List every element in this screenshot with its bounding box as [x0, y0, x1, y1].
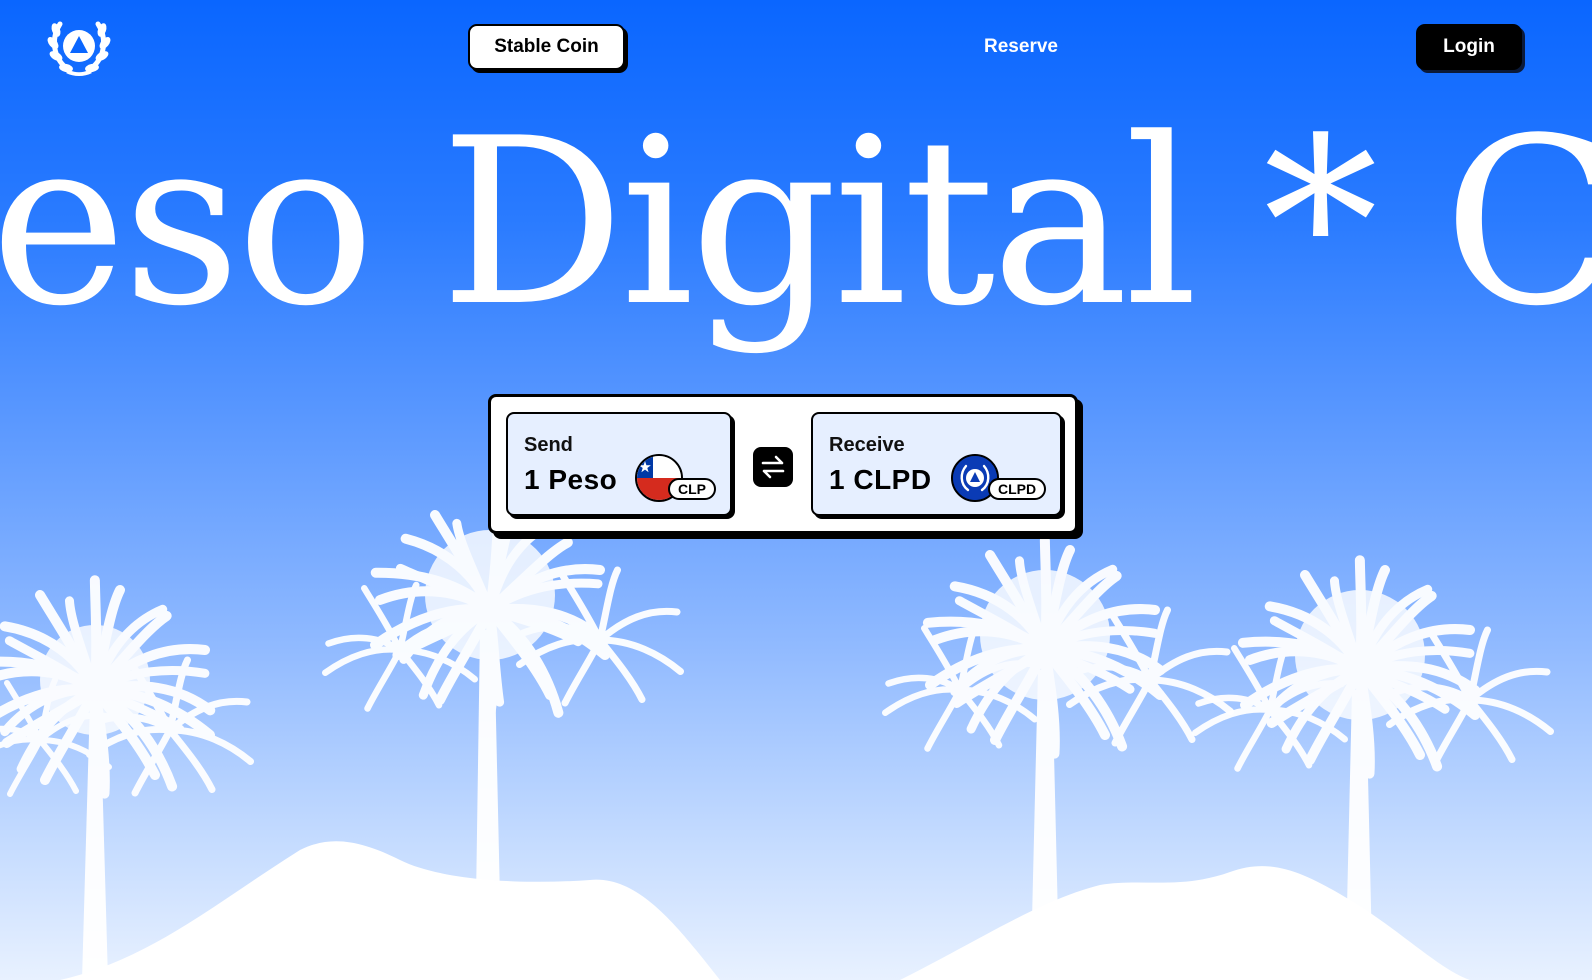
swap-direction-button[interactable]: [753, 447, 793, 487]
send-amount[interactable]: 1 Peso: [524, 464, 617, 496]
receive-amount[interactable]: 1 CLPD: [829, 464, 932, 496]
swap-arrows-icon: [761, 455, 785, 479]
receive-card[interactable]: Receive 1 CLPD CLPD: [811, 412, 1062, 516]
send-label: Send: [524, 434, 573, 456]
tree-3: [885, 506, 1230, 920]
receive-label: Receive: [829, 434, 905, 456]
snow-mountains: [60, 841, 720, 980]
tree-2: [325, 500, 680, 900]
login-button[interactable]: Login: [1416, 24, 1522, 70]
receive-ticker-badge: CLPD: [988, 478, 1047, 500]
send-ticker-badge: CLP: [668, 478, 716, 500]
swap-widget: Send 1 Peso CLP Receive 1 CLPD CLPD: [488, 394, 1078, 534]
hero-marquee-text: Peso Digital * CLPD: [0, 90, 1592, 357]
nav-stable-coin-button[interactable]: Stable Coin: [468, 24, 625, 70]
araucaria-scenery: [0, 500, 1592, 980]
landing-page: Stable Coin Reserve Login Peso Digital *…: [0, 0, 1592, 980]
nav-reserve-link[interactable]: Reserve: [975, 24, 1067, 70]
send-card[interactable]: Send 1 Peso CLP: [506, 412, 732, 516]
laurel-triangle-icon[interactable]: [46, 16, 112, 78]
